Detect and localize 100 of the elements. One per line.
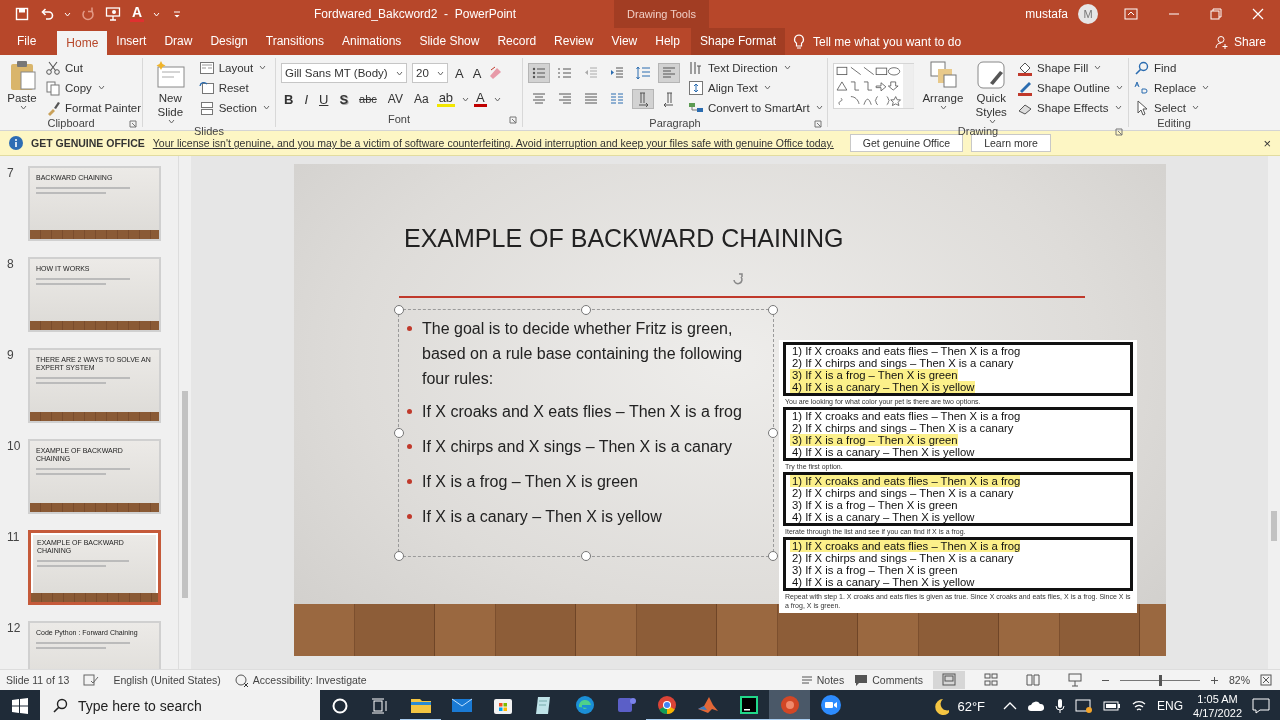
ribbon-button[interactable]: Replace [1134, 78, 1210, 97]
undo-icon[interactable] [39, 6, 55, 22]
vertical-scrollbar[interactable] [1268, 156, 1280, 669]
ribbon-button[interactable]: Find [1134, 58, 1210, 77]
ribbon-button[interactable]: Cut [45, 58, 142, 77]
ribbon-tab[interactable]: Design [201, 28, 257, 55]
save-icon[interactable] [14, 6, 30, 22]
ribbon-tab[interactable]: View [602, 28, 647, 55]
user-avatar[interactable]: M [1078, 4, 1098, 24]
wifi-icon[interactable] [1131, 699, 1148, 713]
ribbon-display-icon[interactable] [1124, 8, 1138, 20]
restore-icon[interactable] [1210, 8, 1222, 20]
font-name-dropdown[interactable]: Gill Sans MT (Body) [281, 63, 407, 83]
ribbon-button[interactable]: Section [198, 98, 270, 117]
resize-handle[interactable] [768, 305, 778, 315]
highlight-color-button[interactable]: ab [436, 91, 456, 107]
decrease-font-size-button[interactable]: A [470, 65, 484, 81]
user-name[interactable]: mustafa [1025, 7, 1068, 21]
left-to-right-icon[interactable] [632, 89, 654, 109]
microphone-icon[interactable] [1055, 698, 1066, 714]
input-language-indicator[interactable]: ENG [1157, 699, 1184, 713]
font-color-button[interactable]: A [130, 6, 145, 22]
spelling-check-icon[interactable] [83, 673, 100, 687]
resize-handle[interactable] [581, 305, 591, 315]
zoom-percentage[interactable]: 82% [1229, 674, 1250, 686]
ribbon-button[interactable]: Layout [198, 58, 270, 77]
format-button[interactable]: S [336, 91, 352, 107]
resize-handle[interactable] [768, 551, 778, 561]
ribbon-button[interactable]: Shape Fill [1017, 58, 1123, 77]
zoom-in-icon[interactable] [1210, 675, 1219, 685]
fit-to-window-icon[interactable] [1260, 674, 1272, 686]
dialog-launcher-icon[interactable] [509, 116, 517, 124]
ribbon-tab[interactable]: Home [57, 31, 108, 55]
ribbon-tab[interactable]: Help [646, 28, 689, 55]
resize-handle[interactable] [394, 428, 404, 438]
reading-view-icon[interactable] [1025, 672, 1041, 688]
ribbon-tab[interactable]: Insert [107, 28, 156, 55]
bullet-list-icon[interactable] [528, 63, 550, 83]
vertical-scrollbar[interactable] [178, 156, 191, 669]
resize-handle[interactable] [394, 305, 404, 315]
format-button[interactable]: B [281, 91, 297, 107]
battery-icon[interactable] [1103, 700, 1122, 712]
format-button[interactable]: I [301, 91, 311, 107]
accessibility-button[interactable]: Accessibility: Investigate [234, 673, 367, 687]
share-button[interactable]: Share [1214, 28, 1266, 55]
ribbon-tab[interactable]: Animations [333, 28, 411, 55]
format-button[interactable]: AV [384, 92, 406, 106]
clock[interactable]: 1:05 AM 4/17/2022 [1193, 692, 1242, 720]
cloud-icon[interactable] [1027, 700, 1046, 712]
ribbon-button[interactable]: Copy [45, 78, 142, 97]
presentation-icon[interactable] [105, 6, 121, 22]
zoom-slider-thumb[interactable] [1159, 674, 1162, 686]
increase-font-size-button[interactable]: A [453, 65, 466, 81]
resize-handle[interactable] [394, 551, 404, 561]
font-color-button[interactable]: A [474, 91, 487, 107]
ribbon-button[interactable]: Select [1134, 98, 1210, 117]
ribbon-tab[interactable]: File [8, 28, 46, 55]
ribbon-button[interactable]: Convert to SmartArt [688, 98, 823, 117]
ribbon-button[interactable]: Reset [198, 78, 270, 97]
align-left-icon[interactable] [658, 63, 680, 83]
ribbon-tab[interactable]: Transitions [256, 28, 333, 55]
weather-widget[interactable]: 62°F [931, 697, 986, 715]
license-warning-link[interactable]: Your license isn't genuine, and you may be a victim of software counterfeiting. Avoid interruption and keep your files safe with genuine Office today. [152, 137, 834, 149]
font-size-dropdown[interactable]: 20 [412, 63, 448, 83]
slide-show-icon[interactable] [1067, 672, 1083, 688]
ribbon-tab[interactable]: Review [545, 28, 603, 55]
ribbon-button[interactable]: Format Painter [45, 98, 142, 117]
ribbon-button[interactable]: Shape Effects [1017, 98, 1123, 117]
tell-me-field[interactable]: Tell me what you want to do [793, 28, 962, 55]
dialog-launcher-icon[interactable] [814, 120, 822, 128]
ribbon-large-button[interactable]: New Slide [148, 58, 193, 125]
ribbon-large-button[interactable]: Quick Styles [971, 58, 1012, 125]
close-icon[interactable] [1252, 8, 1264, 20]
ribbon-tab[interactable]: Shape Format [690, 28, 785, 55]
slide-sorter-icon[interactable] [983, 672, 999, 688]
comments-button[interactable]: Comments [854, 674, 923, 686]
format-button[interactable]: Aa [410, 92, 432, 106]
resize-handle[interactable] [581, 551, 591, 561]
monitor-icon[interactable] [1075, 698, 1094, 714]
ribbon-tab[interactable]: Draw [155, 28, 202, 55]
format-button[interactable]: U [316, 91, 332, 107]
ribbon-button[interactable]: Shape Outline [1017, 78, 1123, 97]
ribbon-large-button[interactable]: Paste [5, 58, 39, 111]
cortana-circle-icon[interactable] [332, 698, 348, 714]
windows-logo-icon[interactable] [12, 698, 28, 714]
ribbon-large-button[interactable]: Arrange [920, 58, 966, 111]
ribbon-tab[interactable]: Slide Show [410, 28, 489, 55]
resize-handle[interactable] [768, 428, 778, 438]
close-button[interactable]: × [1263, 135, 1271, 151]
ribbon-button[interactable]: Align Text [688, 78, 823, 97]
video-call-icon[interactable] [818, 693, 843, 717]
ribbon-tab[interactable]: Record [488, 28, 546, 55]
notes-button[interactable]: Notes [800, 674, 845, 686]
banner-button[interactable]: Get genuine Office [849, 134, 964, 152]
format-button[interactable]: abc [356, 93, 380, 105]
taskbar-search-field[interactable]: Type here to search [40, 690, 320, 720]
chevron-up-icon[interactable] [1003, 701, 1018, 711]
language-indicator[interactable]: English (United States) [113, 674, 221, 686]
dialog-launcher-icon[interactable] [129, 120, 137, 128]
task-view-icon[interactable] [371, 698, 389, 714]
